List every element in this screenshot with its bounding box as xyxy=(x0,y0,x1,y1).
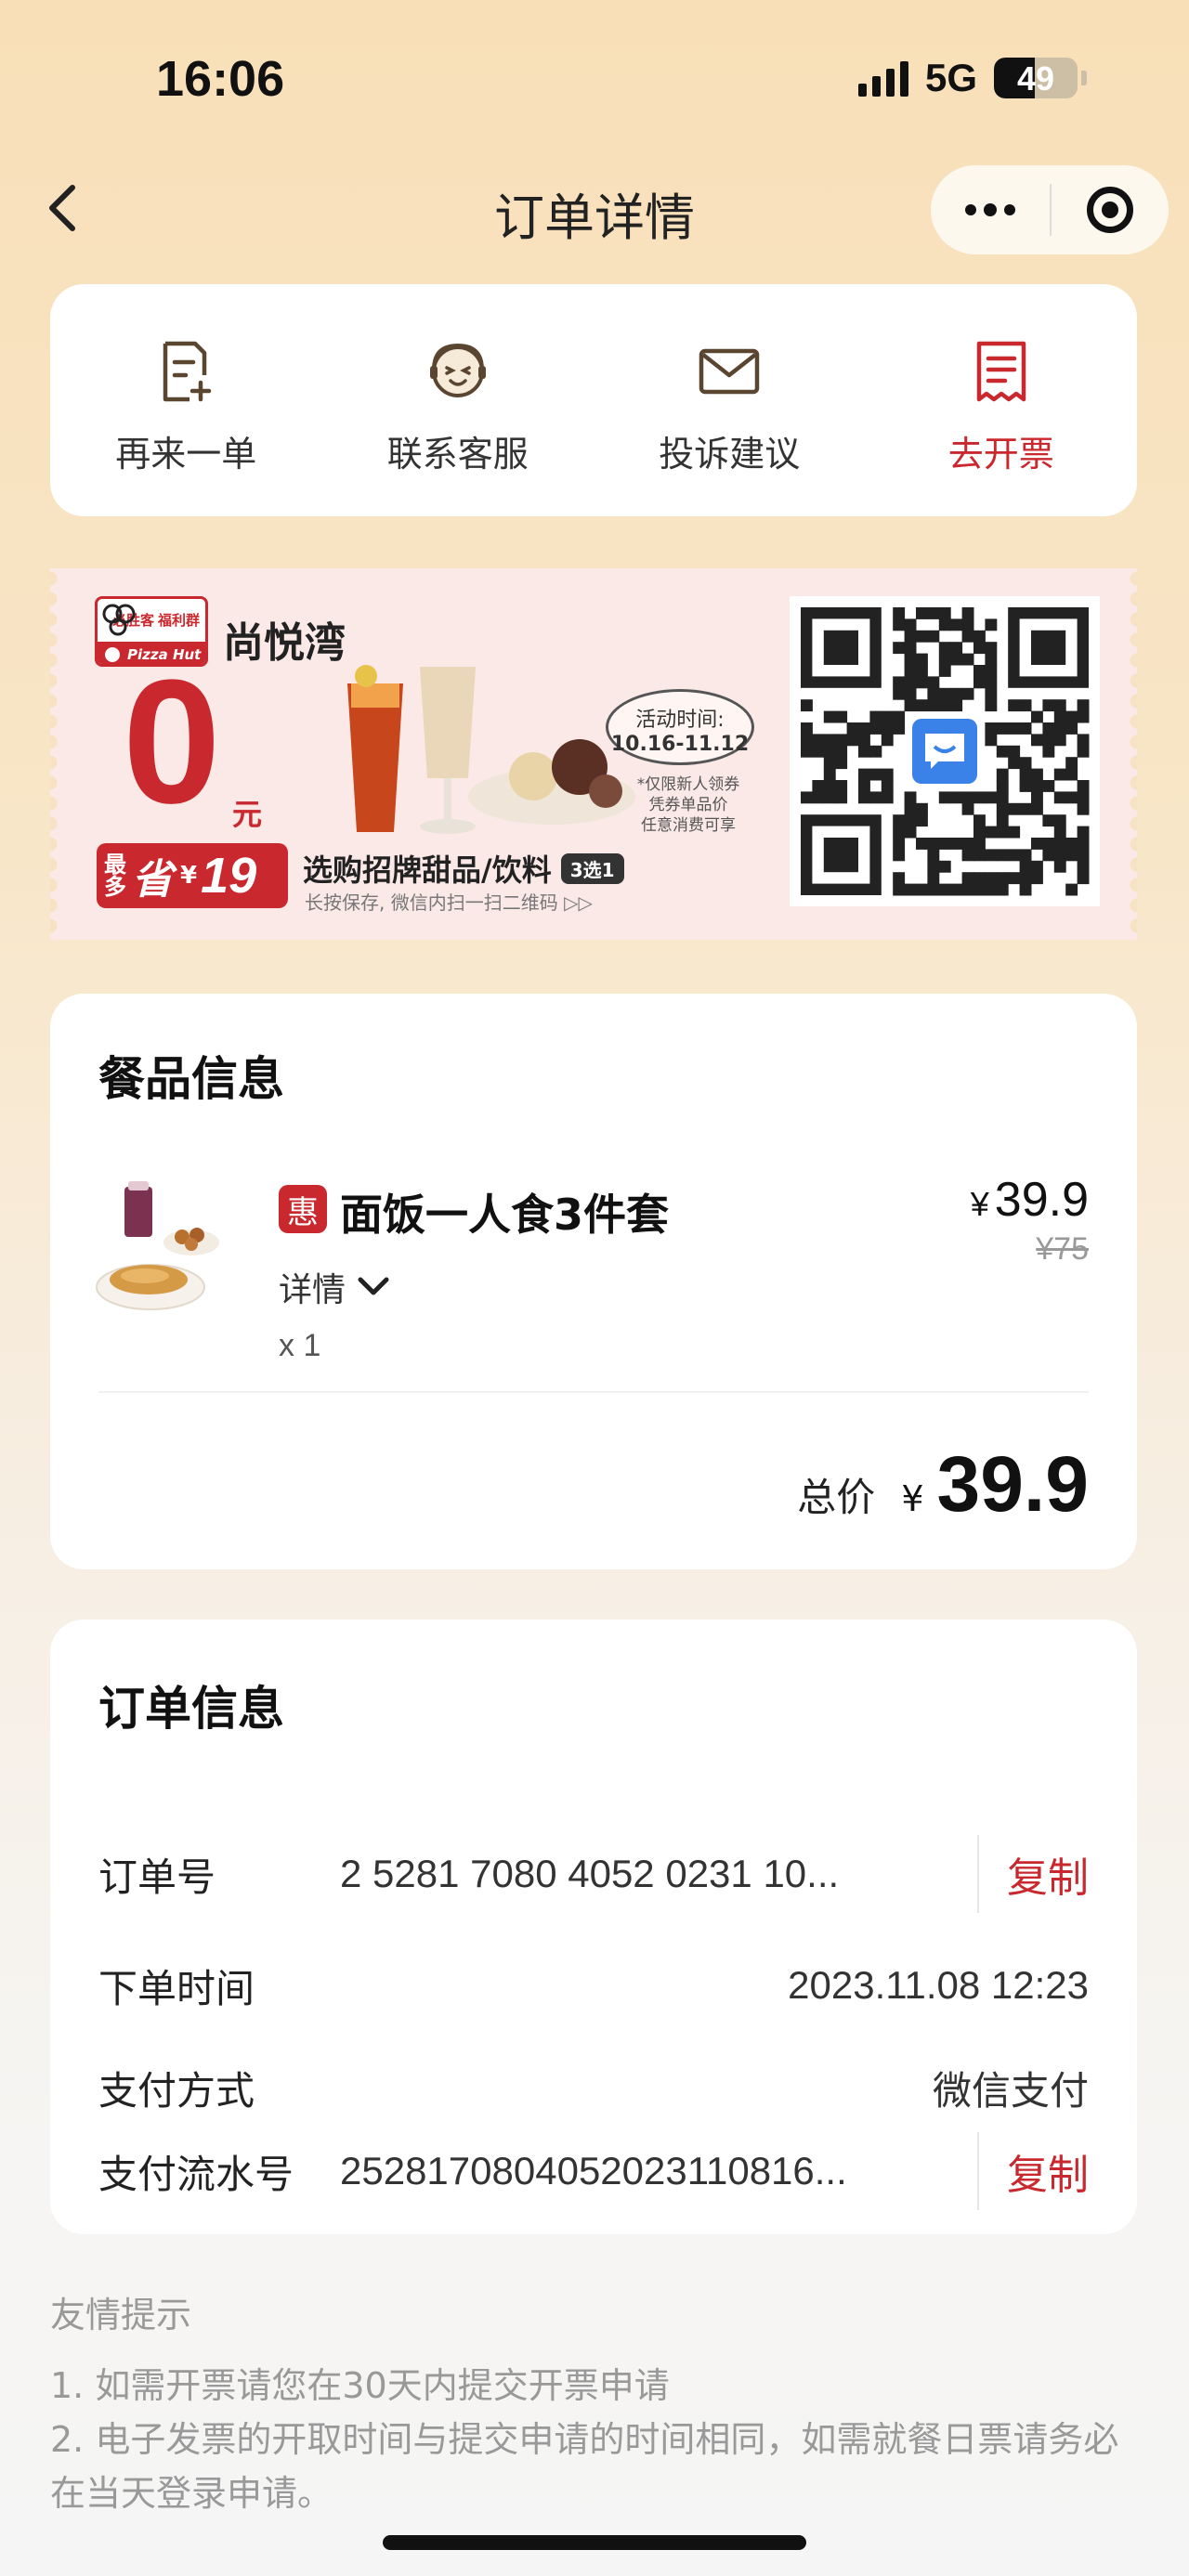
brand-dot xyxy=(105,646,120,662)
tip-line: 2. 电子发票的开取时间与提交申请的时间相同，如需就餐日票请务必在当天登录申请。 xyxy=(50,2419,1119,2514)
payment-method-row: 支付方式 微信支付 xyxy=(98,2050,1089,2125)
total-price: 总价 ¥ 39.9 xyxy=(797,1439,1089,1529)
order-time-row: 下单时间 2023.11.08 12:23 xyxy=(98,1948,1089,2023)
action-bar: 再来一单 联系客服 投诉建议 去开票 xyxy=(50,284,1137,516)
payment-method-label: 支付方式 xyxy=(98,2067,255,2114)
price-currency: ¥ xyxy=(970,1185,989,1223)
payment-method-value: 微信支付 xyxy=(932,2068,1089,2113)
mail-icon xyxy=(699,348,760,395)
save-prefix-2: 多 xyxy=(104,874,126,900)
order-number-label: 订单号 xyxy=(98,1854,216,1900)
item-quantity: x 1 xyxy=(279,1328,321,1363)
signal-icon xyxy=(857,59,908,97)
item-detail-toggle[interactable]: 详情 xyxy=(279,1263,390,1311)
price-value: 39.9 xyxy=(994,1173,1089,1227)
item-price: ¥39.9 xyxy=(971,1172,1089,1228)
order-number-value: 2 5281 7080 4052 0231 10... xyxy=(340,1852,840,1895)
promo-unit: 元 xyxy=(232,797,263,832)
save-word: 省 xyxy=(132,856,173,904)
reorder-button[interactable]: 再来一单 xyxy=(50,284,322,516)
order-time-value: 2023.11.08 12:23 xyxy=(788,1963,1089,2007)
max-save-badge: 最多 省 ¥ 19 xyxy=(97,843,288,908)
discount-tag: 惠 xyxy=(279,1185,327,1233)
original-price: ¥75 xyxy=(1036,1231,1089,1267)
home-indicator[interactable] xyxy=(383,2535,806,2550)
activity-label: 活动时间: xyxy=(635,709,725,732)
promo-banner[interactable]: 必胜客 福利群 Pizza Hut 尚悦湾 0 元 最多 省 ¥ 19 活动时间… xyxy=(50,568,1137,940)
promo-sub: 长按保存, 微信内扫一扫二维码 ▷▷ xyxy=(305,891,593,914)
detail-label: 详情 xyxy=(279,1271,346,1309)
meal-image xyxy=(96,1181,219,1310)
mini-program-capsule xyxy=(931,165,1169,254)
promo-notes: *仅限新人领券 凭券单品价 任意消费可享 xyxy=(619,774,758,836)
customer-service-label: 联系客服 xyxy=(386,434,529,475)
battery-tip xyxy=(1081,71,1087,85)
battery-icon: 49 xyxy=(994,58,1078,98)
more-icon[interactable] xyxy=(931,165,1050,254)
copy-payment-serial-button[interactable]: 复制 xyxy=(1007,2141,1089,2201)
customer-service-icon xyxy=(429,343,486,397)
item-name: 面饭一人食3件套 xyxy=(340,1190,670,1240)
chevron-down-icon xyxy=(358,1277,389,1295)
order-info-card: 订单信息 订单号 2 5281 7080 4052 0231 10... 复制 … xyxy=(50,1620,1137,2234)
activity-dates: 10.16-11.12 xyxy=(610,733,750,756)
tips-title: 友情提示 xyxy=(50,2295,192,2335)
tips-list: 1. 如需开票请您在30天内提交开票申请 2. 电子发票的开取时间与提交申请的时… xyxy=(50,2359,1139,2520)
qr-code-icon xyxy=(790,596,1100,906)
payment-serial-row: 支付流水号 2528170804052023110816... 复制 xyxy=(98,2132,1089,2210)
group-bubbles-icon xyxy=(102,604,136,636)
food-info-card: 餐品信息 惠 面饭一人食3件套 详情 x 1 ¥39.9 ¥75 总价 ¥ 39… xyxy=(50,994,1137,1569)
qr-code[interactable] xyxy=(790,596,1100,906)
copy-divider xyxy=(977,2132,979,2210)
divider xyxy=(98,1391,1089,1393)
promo-note: *仅限新人领券 xyxy=(636,775,740,794)
dessert-drinks-illustration xyxy=(347,665,635,834)
order-section-title: 订单信息 xyxy=(98,1682,284,1736)
customer-service-button[interactable]: 联系客服 xyxy=(322,284,594,516)
invoice-label: 去开票 xyxy=(947,434,1054,475)
promo-line: 选购招牌甜品/饮料 3选1 xyxy=(303,847,624,890)
invoice-icon xyxy=(976,341,1026,402)
promo-note: 任意消费可享 xyxy=(641,816,736,835)
complaint-button[interactable]: 投诉建议 xyxy=(594,284,866,516)
total-label: 总价 xyxy=(797,1475,876,1520)
activity-time-bubble: 活动时间: 10.16-11.12 xyxy=(606,689,754,765)
promo-tag: 3选1 xyxy=(560,852,624,884)
payment-serial-label: 支付流水号 xyxy=(98,2151,294,2197)
network-type: 5G xyxy=(924,56,977,99)
payment-serial-value: 2528170804052023110816... xyxy=(340,2149,847,2192)
copy-divider xyxy=(977,1835,979,1913)
total-currency: ¥ xyxy=(901,1478,924,1519)
reorder-label: 再来一单 xyxy=(115,434,257,475)
brand-line2: 福利群 xyxy=(157,612,200,629)
total-value: 39.9 xyxy=(936,1440,1090,1528)
status-indicators: 5G 49 xyxy=(857,56,1087,100)
order-number-row: 订单号 2 5281 7080 4052 0231 10... 复制 xyxy=(98,1835,1089,1913)
promo-price: 0 xyxy=(123,644,221,840)
save-amount: 19 xyxy=(201,848,257,904)
invoice-button[interactable]: 去开票 xyxy=(866,284,1138,516)
status-time: 16:06 xyxy=(156,51,285,107)
save-currency: ¥ xyxy=(180,862,198,890)
complaint-label: 投诉建议 xyxy=(659,434,801,475)
promo-note: 凭券单品价 xyxy=(648,796,728,814)
tip-line: 1. 如需开票请您在30天内提交开票申请 xyxy=(50,2365,670,2406)
copy-order-number-button[interactable]: 复制 xyxy=(1007,1844,1089,1904)
battery-percent: 49 xyxy=(1016,59,1055,98)
food-section-title: 餐品信息 xyxy=(98,1052,284,1106)
reorder-icon xyxy=(163,341,212,402)
promo-text: 选购招牌甜品/饮料 xyxy=(303,852,552,888)
order-time-label: 下单时间 xyxy=(98,1965,255,2011)
close-miniprogram-icon[interactable] xyxy=(1052,165,1169,254)
